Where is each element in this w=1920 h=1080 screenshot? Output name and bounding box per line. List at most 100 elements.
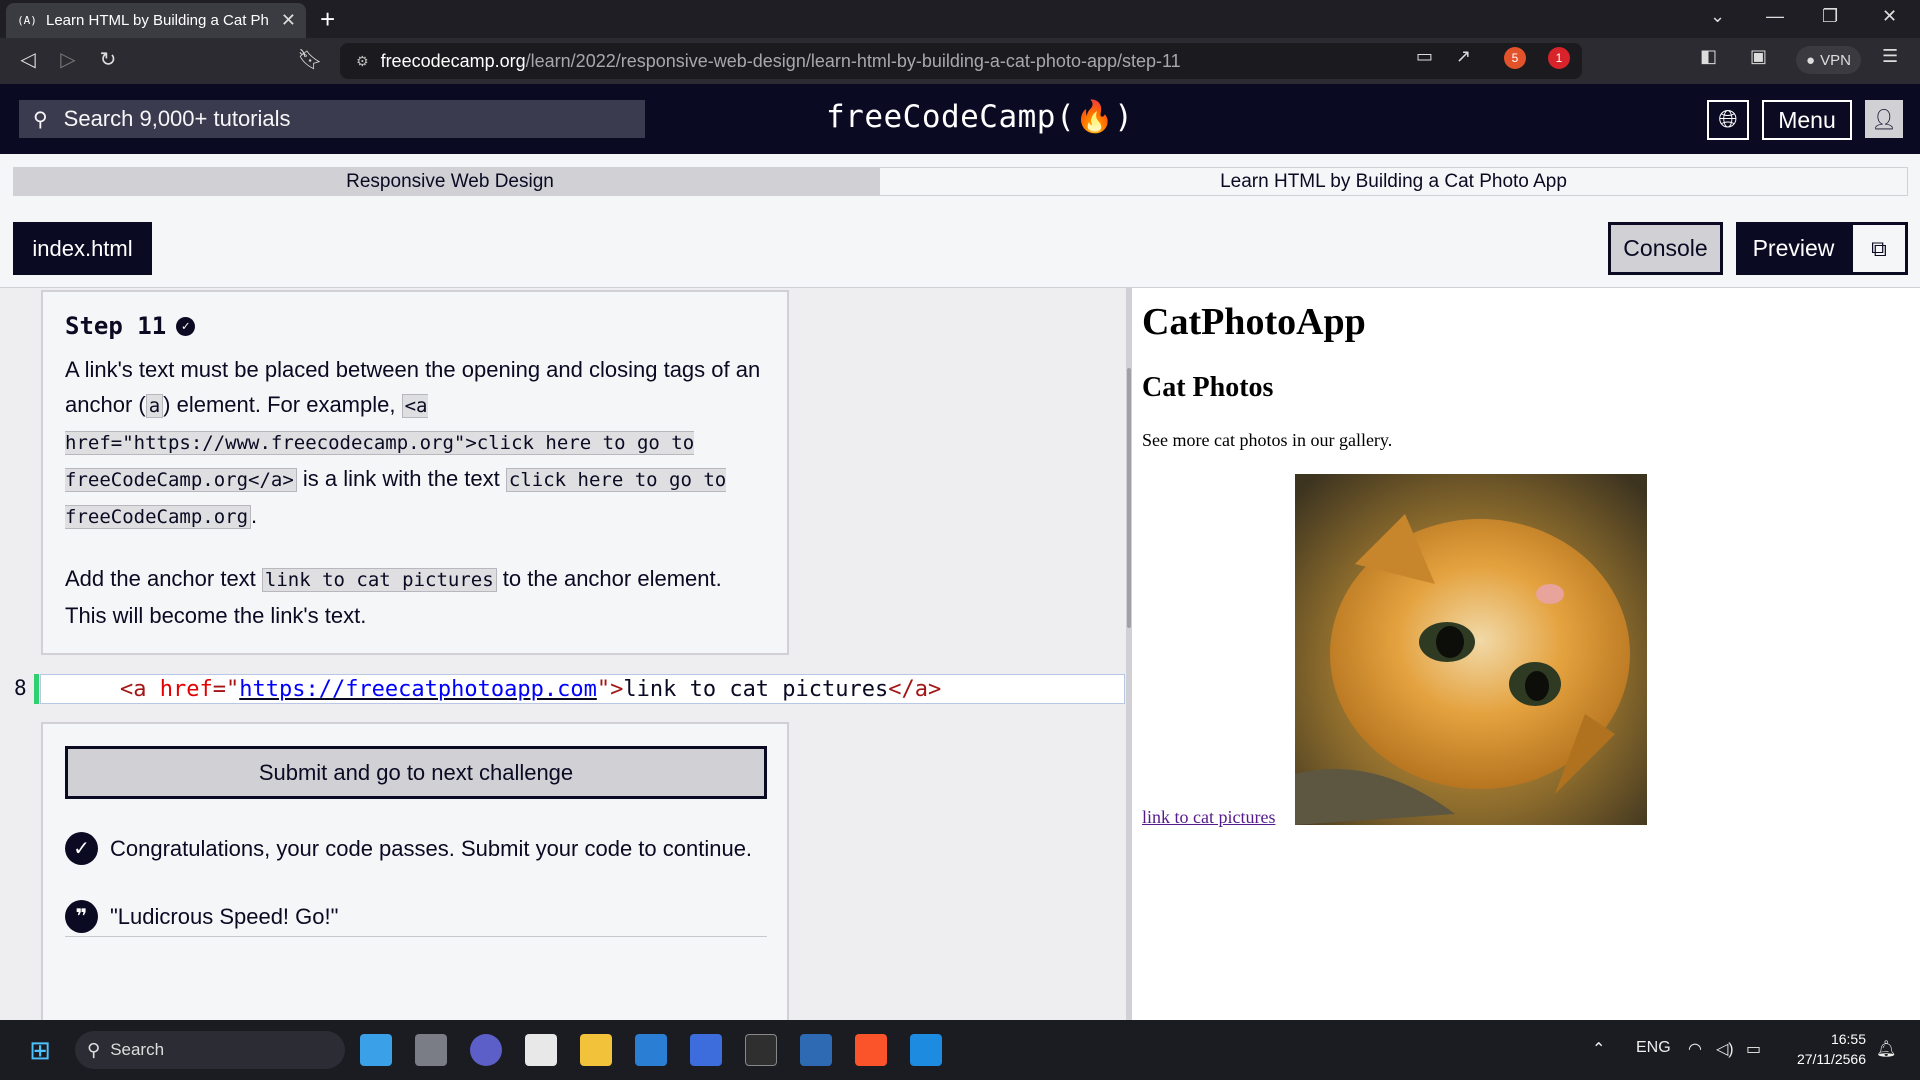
- close-tab-icon[interactable]: ✕: [281, 10, 296, 31]
- line-number: 8: [14, 676, 27, 700]
- site-info-icon[interactable]: ⚙︎: [356, 53, 369, 70]
- divider: [65, 936, 767, 937]
- taskbar-search[interactable]: ⚲ Search: [75, 1031, 345, 1069]
- text: .: [251, 503, 258, 528]
- inline-code: a: [145, 394, 164, 418]
- code-editor-line[interactable]: 8 <a href="https://freecatphotoapp.com">…: [0, 674, 1126, 704]
- tray-overflow-chevron-icon[interactable]: ⌃: [1592, 1039, 1605, 1059]
- success-message: ✓ Congratulations, your code passes. Sub…: [65, 832, 752, 865]
- menu-button[interactable]: Menu: [1762, 100, 1852, 140]
- code-token: ">: [596, 677, 624, 702]
- browser-menu-icon[interactable]: ☰: [1882, 46, 1898, 67]
- browser-tab[interactable]: (A) Learn HTML by Building a Cat Ph ✕: [6, 3, 306, 38]
- cat-photo: [1295, 474, 1647, 825]
- windows-start-icon[interactable]: ⊞: [24, 1034, 56, 1066]
- powershell-icon[interactable]: [800, 1034, 832, 1066]
- code-token: =": [212, 677, 240, 702]
- wifi-icon[interactable]: ◠: [1688, 1039, 1702, 1059]
- step-title: Step 11 ✓: [65, 312, 765, 340]
- clock[interactable]: 16:55 27/11/2566: [1786, 1029, 1866, 1069]
- success-text: Congratulations, your code passes. Submi…: [110, 835, 753, 861]
- brave-rewards-icon[interactable]: 1: [1548, 46, 1570, 69]
- instructions-paragraph-2: Add the anchor text link to cat pictures…: [65, 561, 765, 633]
- reload-icon[interactable]: ↻: [94, 47, 122, 72]
- preview-pane: CatPhotoApp Cat Photos See more cat phot…: [1132, 288, 1920, 1020]
- preview-heading: CatPhotoApp: [1142, 301, 1366, 343]
- fcc-logo[interactable]: freeCodeCamp(🔥): [826, 98, 1133, 135]
- search-icon: ⚲: [33, 108, 48, 131]
- browser-nav-bar: ◁ ▷ ↻ 🔖︎ ⚙︎ freecodecamp.org/learn/2022/…: [0, 38, 1920, 84]
- file-tab-index-html[interactable]: index.html: [13, 222, 152, 275]
- close-window-icon[interactable]: ✕: [1882, 6, 1897, 27]
- brave-shields-icon[interactable]: 5: [1504, 46, 1526, 69]
- preview-button[interactable]: Preview ⧉: [1736, 222, 1908, 275]
- vscode-icon[interactable]: [910, 1034, 942, 1066]
- notification-bell-icon[interactable]: 🔔︎: [1876, 1039, 1896, 1059]
- fcc-favicon-icon: (A): [17, 14, 37, 27]
- browser-tab-bar: (A) Learn HTML by Building a Cat Ph ✕ + …: [0, 0, 1920, 38]
- instructions-paragraph-1: A link's text must be placed between the…: [65, 352, 765, 535]
- quote-text: "Ludicrous Speed! Go!": [110, 903, 339, 929]
- taskbar: ⊞ ⚲ Search ⌃ ENG ◠ ◁) ▭ 16:55 27/11/2566…: [0, 1020, 1920, 1080]
- code-token: link to cat pictures: [623, 677, 889, 702]
- search-input[interactable]: ⚲ Search 9,000+ tutorials: [19, 100, 645, 138]
- avatar[interactable]: 👤︎: [1865, 100, 1903, 138]
- bookmark-icon[interactable]: 🔖︎: [296, 47, 324, 72]
- text: Add the anchor text: [65, 566, 262, 591]
- sidebar-icon[interactable]: ◧: [1700, 46, 1717, 67]
- restore-icon[interactable]: ❐: [1822, 6, 1838, 27]
- clock-time: 16:55: [1830, 1031, 1866, 1047]
- new-tab-icon[interactable]: +: [320, 4, 335, 35]
- popout-icon[interactable]: ⧉: [1853, 225, 1905, 272]
- vpn-dot-icon: ●: [1806, 51, 1816, 69]
- results-panel: Submit and go to next challenge ✓ Congra…: [41, 722, 789, 1020]
- breadcrumb-superblock[interactable]: Responsive Web Design: [13, 167, 887, 196]
- battery-icon[interactable]: ▭: [1746, 1039, 1761, 1059]
- forward-icon[interactable]: ▷: [54, 47, 82, 72]
- microsoft-store-icon[interactable]: [525, 1034, 557, 1066]
- file-explorer-icon[interactable]: [580, 1034, 612, 1066]
- preview-label: Preview: [1752, 235, 1835, 261]
- address-bar[interactable]: ⚙︎ freecodecamp.org/learn/2022/responsiv…: [340, 43, 1582, 79]
- vpn-button[interactable]: ● VPN: [1796, 46, 1861, 74]
- volume-icon[interactable]: ◁): [1716, 1039, 1734, 1059]
- code-token: <a: [120, 677, 147, 702]
- url-host: freecodecamp.org: [380, 50, 526, 71]
- back-icon[interactable]: ◁: [14, 47, 42, 72]
- language-globe-icon[interactable]: 🌐︎: [1707, 100, 1749, 140]
- console-button[interactable]: Console: [1608, 222, 1723, 275]
- taskbar-search-label: Search: [110, 1040, 165, 1059]
- step-title-text: Step 11: [65, 312, 167, 340]
- language-indicator[interactable]: ENG: [1636, 1039, 1671, 1057]
- url-path: /learn/2022/responsive-web-design/learn-…: [525, 50, 1181, 71]
- code-token: href: [159, 677, 213, 702]
- code-token: </a>: [888, 677, 942, 702]
- code-text[interactable]: <a href="https://freecatphotoapp.com">li…: [120, 677, 941, 702]
- code-token: https://freecatphotoapp.com: [239, 677, 597, 702]
- tab-list-chevron-icon[interactable]: ⌄: [1710, 6, 1725, 27]
- task-view-icon[interactable]: [415, 1034, 447, 1066]
- submit-button[interactable]: Submit and go to next challenge: [65, 746, 767, 799]
- minimize-icon[interactable]: —: [1766, 6, 1784, 27]
- share-icon[interactable]: ↗: [1456, 46, 1471, 67]
- wallet-icon[interactable]: ▣: [1750, 46, 1767, 67]
- editable-region-marker: [34, 674, 39, 704]
- editor-pane: Step 11 ✓ A link's text must be placed b…: [0, 288, 1126, 1020]
- breadcrumb-block[interactable]: Learn HTML by Building a Cat Photo App: [880, 167, 1908, 196]
- cast-icon[interactable]: ▭: [1416, 46, 1433, 67]
- mail-icon[interactable]: [635, 1034, 667, 1066]
- splitter-grip[interactable]: [1127, 368, 1131, 628]
- terminal-icon[interactable]: [745, 1034, 777, 1066]
- text: ) element. For example,: [163, 392, 402, 417]
- preview-subheading: Cat Photos: [1142, 372, 1274, 403]
- search-icon: ⚲: [87, 1039, 101, 1060]
- instructions-panel: Step 11 ✓ A link's text must be placed b…: [41, 290, 789, 655]
- inline-code: link to cat pictures: [261, 568, 497, 592]
- cat-pictures-link[interactable]: link to cat pictures: [1142, 807, 1275, 828]
- brave-browser-icon[interactable]: [855, 1034, 887, 1066]
- checkmark-icon: ✓: [65, 832, 98, 865]
- teams-chat-icon[interactable]: [470, 1034, 502, 1066]
- visual-studio-icon[interactable]: [690, 1034, 722, 1066]
- copilot-icon[interactable]: [360, 1034, 392, 1066]
- step-complete-check-icon: ✓: [176, 316, 196, 336]
